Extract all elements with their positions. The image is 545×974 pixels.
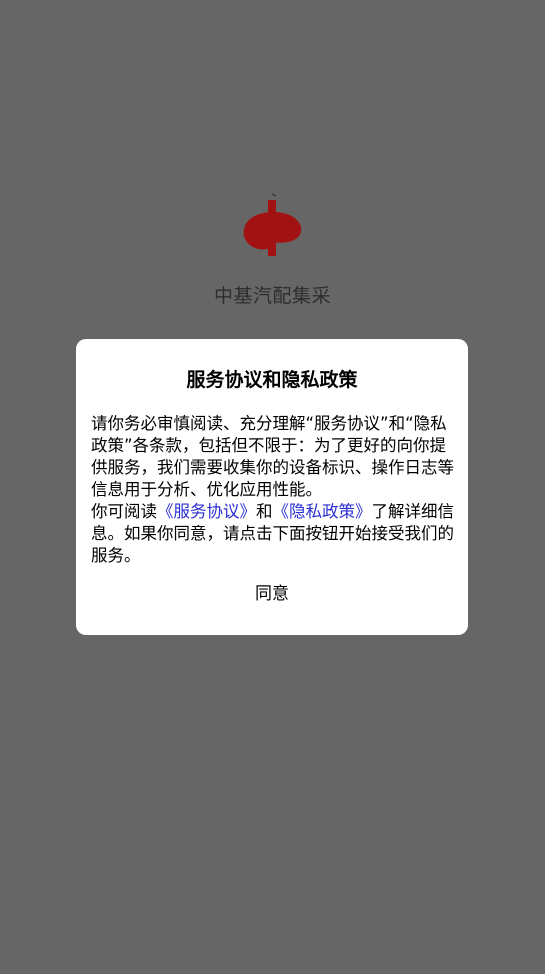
service-agreement-link[interactable]: 《服务协议》 [157, 502, 256, 521]
splash-screen: 中基汽配集采 服务协议和隐私政策 请你务必审慎阅读、充分理解“服务协议”和“隐私… [0, 0, 545, 974]
privacy-policy-link[interactable]: 《隐私政策》 [273, 502, 372, 521]
dialog-title: 服务协议和隐私政策 [186, 369, 358, 391]
body-text-and: 和 [256, 502, 273, 521]
dialog-body: 请你务必审慎阅读、充分理解“服务协议”和“隐私政策”各条款，包括但不限于：为了更… [91, 413, 455, 567]
zhongji-logo-icon [243, 193, 302, 256]
app-name: 中基汽配集采 [213, 285, 331, 307]
agree-button[interactable]: 同意 [222, 579, 322, 609]
body-text-prefix: 你可阅读 [91, 502, 157, 521]
body-text-part1: 请你务必审慎阅读、充分理解“服务协议”和“隐私政策”各条款，包括但不限于：为了更… [91, 414, 454, 499]
privacy-dialog: 服务协议和隐私政策 请你务必审慎阅读、充分理解“服务协议”和“隐私政策”各条款，… [76, 339, 468, 635]
